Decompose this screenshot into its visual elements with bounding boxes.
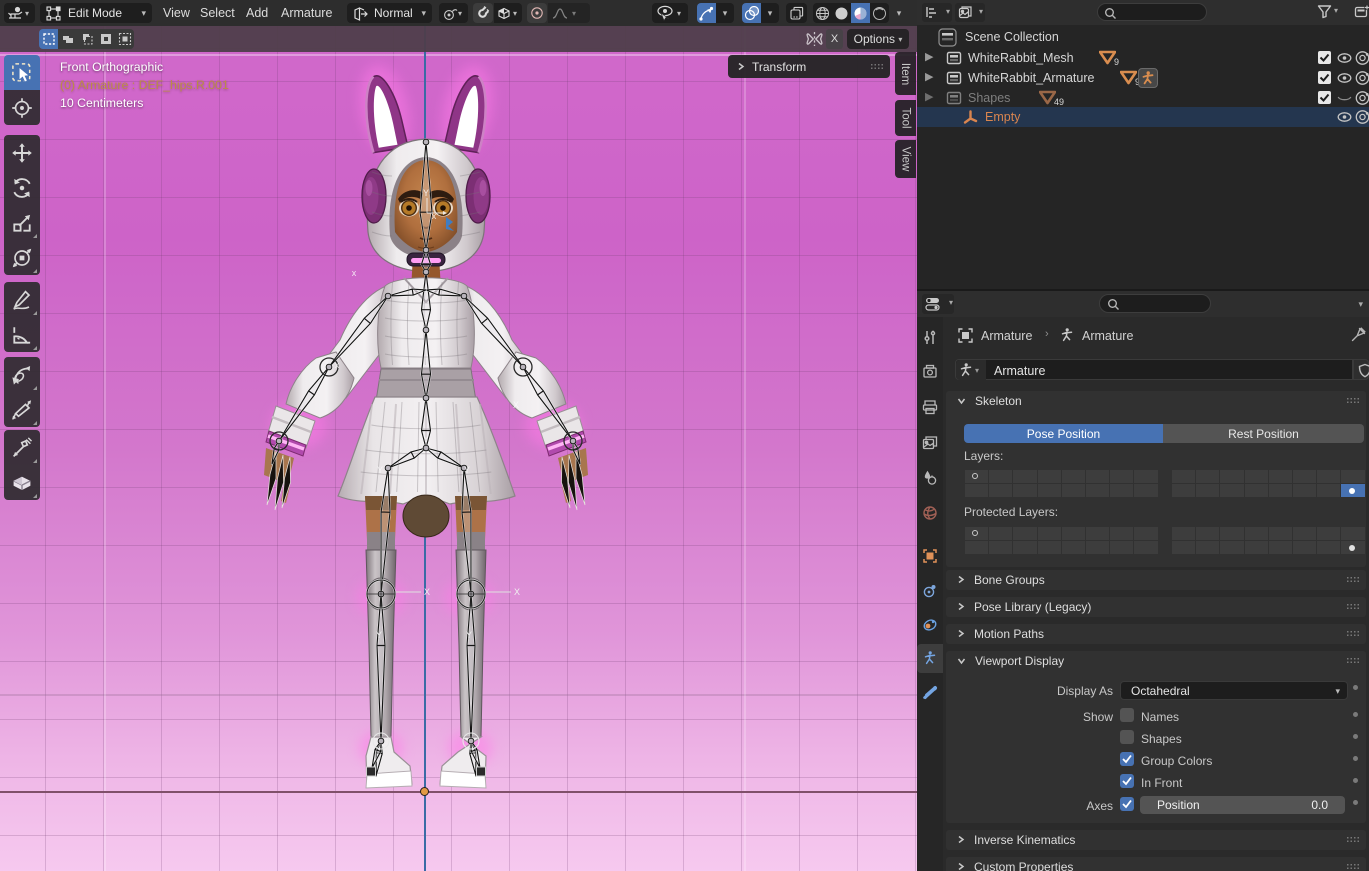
svg-text:x: x <box>352 268 357 278</box>
svg-text:X: X <box>424 587 430 597</box>
svg-text:Y: Y <box>466 630 472 640</box>
svg-text:Y: Y <box>377 465 383 475</box>
svg-text:X: X <box>514 587 520 597</box>
svg-text:Y: Y <box>423 188 429 198</box>
svg-text:x: x <box>335 360 340 370</box>
svg-text:Y: Y <box>376 630 382 640</box>
svg-text:X: X <box>513 400 519 410</box>
svg-text:Y: Y <box>464 465 470 475</box>
svg-text:Y: Y <box>423 434 429 444</box>
